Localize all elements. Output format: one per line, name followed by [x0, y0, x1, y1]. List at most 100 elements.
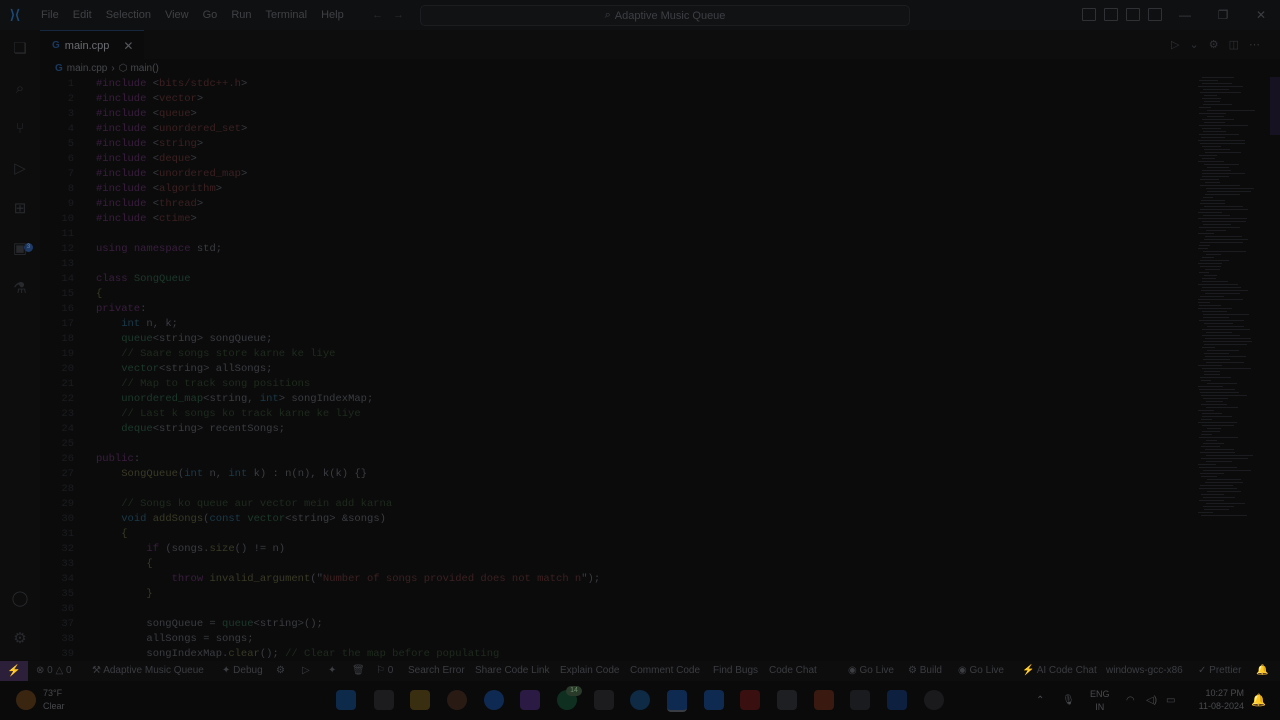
code-line[interactable]: 24 deque<string> recentSongs; — [40, 422, 1190, 437]
code-line[interactable]: 3 #include <queue> — [40, 107, 1190, 122]
edge-icon[interactable] — [630, 690, 650, 710]
close-tab-icon[interactable]: ✕ — [123, 39, 133, 53]
search-error-button[interactable]: Search Error — [408, 661, 465, 681]
code-line[interactable]: 11 — [40, 227, 1190, 242]
terminal-icon[interactable] — [850, 690, 870, 710]
notifications-bell-icon[interactable]: 🔔 — [1256, 661, 1268, 681]
build-gear-icon[interactable]: ⚙ — [276, 661, 285, 681]
ports-indicator[interactable]: ⚐ 0 — [376, 661, 393, 681]
code-line[interactable]: 19 // Saare songs store karne ke liye — [40, 347, 1190, 362]
code-line[interactable]: 21 // Map to track song positions — [40, 377, 1190, 392]
system-clock[interactable]: 10:27 PM 11-08-2024 — [1199, 687, 1244, 713]
back-arrow-icon[interactable]: ← — [372, 9, 383, 21]
browser-icon[interactable] — [484, 690, 504, 710]
weather-moon-icon[interactable] — [16, 690, 36, 710]
file-explorer-icon[interactable] — [410, 690, 430, 710]
capcut-icon[interactable] — [594, 690, 614, 710]
menu-terminal[interactable]: Terminal — [259, 0, 315, 30]
code-line[interactable]: 4 #include <unordered_set> — [40, 122, 1190, 137]
trash-icon[interactable]: 🗑 — [352, 661, 365, 681]
testing-icon[interactable]: ⚗ — [11, 280, 29, 298]
cmake-project[interactable]: ⚒ Adaptive Music Queue — [92, 661, 204, 681]
code-line[interactable]: 22 unordered_map<string, int> songIndexM… — [40, 392, 1190, 407]
video-editor-icon[interactable] — [520, 690, 540, 710]
code-line[interactable]: 18 queue<string> songQueue; — [40, 332, 1190, 347]
command-center[interactable]: ⌕ Adaptive Music Queue — [420, 5, 910, 26]
tab-main-cpp[interactable]: G main.cpp ✕ — [40, 30, 144, 60]
debug-config[interactable]: ✦ Debug — [222, 661, 263, 681]
compiler-config[interactable]: windows-gcc-x86 — [1106, 661, 1183, 681]
go-live-secondary-button[interactable]: ◉ Go Live — [958, 661, 1004, 681]
share-code-link-button[interactable]: Share Code Link — [475, 661, 550, 681]
code-line[interactable]: 16 private: — [40, 302, 1190, 317]
toggle-secondary-sidebar-icon[interactable] — [1126, 8, 1140, 21]
build-button[interactable]: ⚙ Build — [908, 661, 942, 681]
remote-explorer-icon[interactable]: ▣ — [11, 240, 29, 258]
mysql-icon[interactable] — [887, 690, 907, 710]
code-line[interactable]: 12 using namespace std; — [40, 242, 1190, 257]
code-chat-button[interactable]: Code Chat — [769, 661, 817, 681]
brave-icon[interactable] — [814, 690, 834, 710]
code-line[interactable]: 37 songQueue = queue<string>(); — [40, 617, 1190, 632]
chevron-up-icon[interactable]: ⌃ — [1036, 681, 1044, 720]
code-line[interactable]: 15 { — [40, 287, 1190, 302]
code-line[interactable]: 39 songIndexMap.clear(); // Clear the ma… — [40, 647, 1190, 660]
code-line[interactable]: 1 #include <bits/stdc++.h> — [40, 77, 1190, 92]
code-line[interactable]: 28 — [40, 482, 1190, 497]
code-line[interactable]: 31 { — [40, 527, 1190, 542]
language-indicator[interactable]: ENG IN — [1090, 688, 1110, 714]
debug-status-icon[interactable]: ✦ — [328, 661, 336, 681]
code-line[interactable]: 7 #include <unordered_map> — [40, 167, 1190, 182]
run-debug-icon[interactable]: ▷ — [11, 160, 29, 178]
restore-icon[interactable]: ❐ — [1204, 0, 1242, 30]
comment-code-button[interactable]: Comment Code — [630, 661, 700, 681]
code-line[interactable]: 17 int n, k; — [40, 317, 1190, 332]
menu-view[interactable]: View — [158, 0, 196, 30]
microphone-icon[interactable]: 🎙 — [1062, 681, 1075, 720]
accounts-icon[interactable]: ◯ — [11, 590, 29, 608]
code-line[interactable]: 32 if (songs.size() != n) — [40, 542, 1190, 557]
toggle-panel-icon[interactable] — [1104, 8, 1118, 21]
windows-start-icon[interactable] — [336, 690, 356, 710]
code-line[interactable]: 30 void addSongs(const vector<string> &s… — [40, 512, 1190, 527]
toggle-primary-sidebar-icon[interactable] — [1082, 8, 1096, 21]
code-line[interactable]: 2 #include <vector> — [40, 92, 1190, 107]
code-line[interactable]: 27 SongQueue(int n, int k) : n(n), k(k) … — [40, 467, 1190, 482]
code-line[interactable]: 8 #include <algorithm> — [40, 182, 1190, 197]
close-window-icon[interactable]: ✕ — [1242, 0, 1280, 30]
breadcrumb-file[interactable]: main.cpp — [67, 63, 108, 74]
code-line[interactable]: 10 #include <ctime> — [40, 212, 1190, 227]
forward-arrow-icon[interactable]: → — [393, 9, 404, 21]
extensions-icon[interactable]: ⊞ — [11, 200, 29, 218]
menu-go[interactable]: Go — [196, 0, 225, 30]
menu-selection[interactable]: Selection — [99, 0, 158, 30]
code-line[interactable]: 35 } — [40, 587, 1190, 602]
run-icon[interactable]: ▷ — [1171, 38, 1179, 51]
explain-code-button[interactable]: Explain Code — [560, 661, 619, 681]
settings-icon[interactable] — [777, 690, 797, 710]
code-line[interactable]: 23 // Last k songs ko track karne ke liy… — [40, 407, 1190, 422]
code-line[interactable]: 36 — [40, 602, 1190, 617]
code-line[interactable]: 26 public: — [40, 452, 1190, 467]
volume-icon[interactable]: ◁) — [1146, 681, 1157, 720]
todo-icon[interactable] — [704, 690, 724, 710]
manage-gear-icon[interactable]: ⚙ — [11, 630, 29, 648]
customize-layout-icon[interactable] — [1148, 8, 1162, 21]
chevron-down-icon[interactable]: ⌄ — [1190, 38, 1199, 51]
youtube-icon[interactable] — [740, 690, 760, 710]
explorer-icon[interactable]: ❏ — [11, 40, 29, 58]
battery-icon[interactable]: ▭ — [1166, 681, 1175, 720]
source-control-icon[interactable]: ⑂ — [11, 120, 29, 138]
code-line[interactable]: 5 #include <string> — [40, 137, 1190, 152]
settings-gear-icon[interactable]: ⚙ — [1209, 38, 1219, 51]
minimize-icon[interactable]: — — [1166, 0, 1204, 30]
code-line[interactable]: 14 class SongQueue — [40, 272, 1190, 287]
split-editor-icon[interactable]: ◫ — [1229, 38, 1239, 51]
chrome-icon[interactable] — [447, 690, 467, 710]
code-line[interactable]: 38 allSongs = songs; — [40, 632, 1190, 647]
wifi-icon[interactable]: ◠ — [1126, 681, 1135, 720]
find-bugs-button[interactable]: Find Bugs — [713, 661, 758, 681]
menu-file[interactable]: File — [34, 0, 66, 30]
code-editor[interactable]: 1 #include <bits/stdc++.h> 2 #include <vect… — [40, 77, 1190, 660]
code-line[interactable]: 20 vector<string> allSongs; — [40, 362, 1190, 377]
